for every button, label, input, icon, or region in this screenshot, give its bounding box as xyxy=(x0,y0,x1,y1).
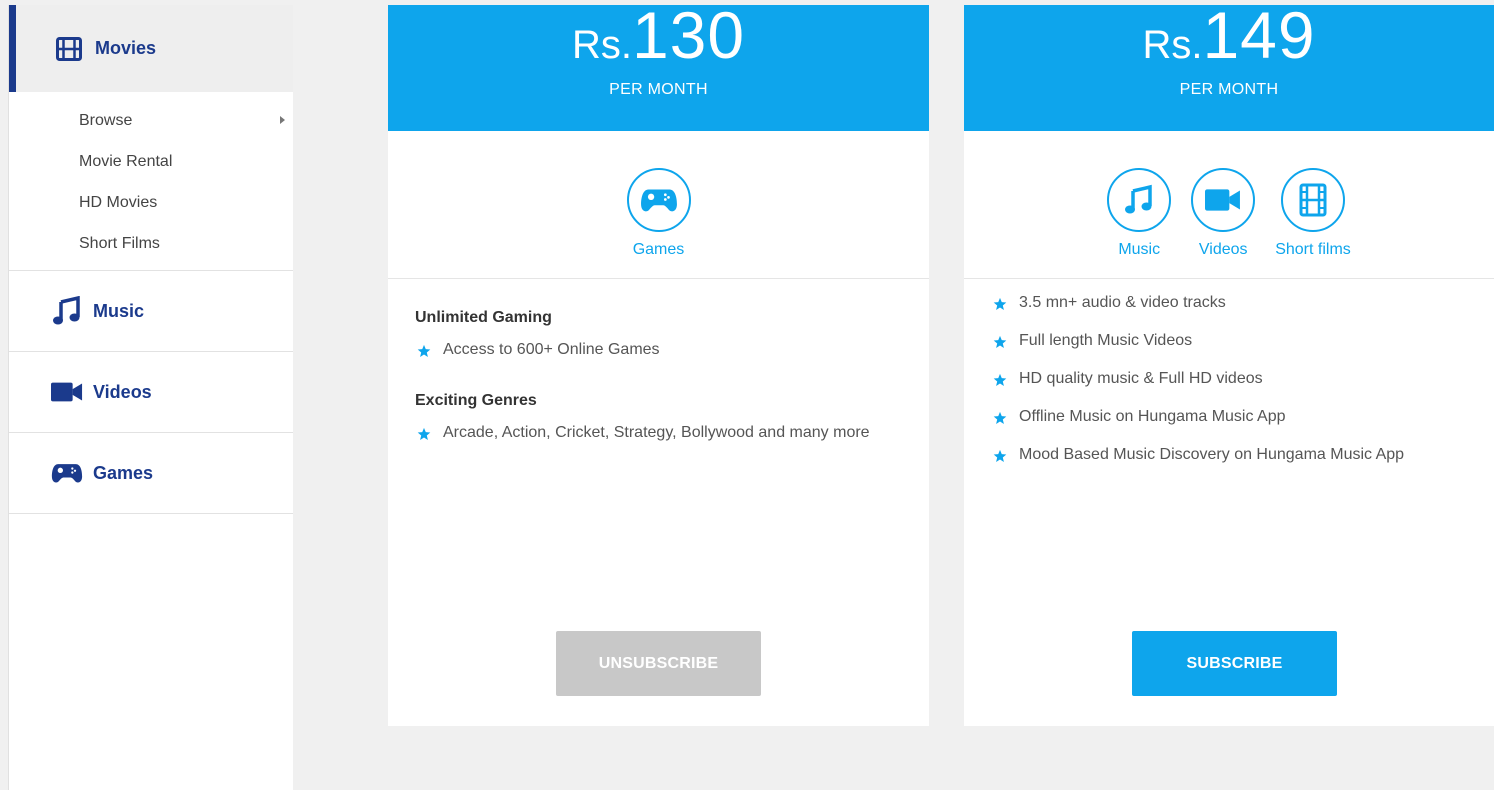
price-amount: 149 xyxy=(1202,0,1316,72)
feature-item: HD quality music & Full HD videos xyxy=(991,365,1494,393)
price: Rs.149 xyxy=(964,0,1494,73)
price-header: Rs.149 PER MONTH xyxy=(964,0,1494,131)
submenu-item-label: Browse xyxy=(79,112,133,129)
unsubscribe-button[interactable]: UNSUBSCRIBE xyxy=(556,631,761,696)
feature-item: Offline Music on Hungama Music App xyxy=(991,403,1494,431)
services-row: Games xyxy=(388,131,929,279)
services-row: Music Videos Short films xyxy=(964,131,1494,279)
submenu-item-label: Short Films xyxy=(79,235,160,252)
submenu-item-browse[interactable]: Browse xyxy=(9,100,293,141)
service-music: Music xyxy=(1107,168,1172,259)
sidebar-item-games[interactable]: Games xyxy=(9,433,293,514)
service-label: Games xyxy=(632,241,685,258)
music-note-icon xyxy=(51,296,83,325)
gamepad-icon xyxy=(51,459,83,487)
feature-item: Access to 600+ Online Games xyxy=(415,336,929,364)
features-list: 3.5 mn+ audio & video tracks Full length… xyxy=(964,279,1494,469)
sidebar-item-movies[interactable]: Movies xyxy=(9,5,293,92)
feature-text: 3.5 mn+ audio & video tracks xyxy=(1019,294,1226,311)
service-games: Games xyxy=(626,168,691,259)
sidebar-item-label: Games xyxy=(93,462,154,483)
submenu-item-short-films[interactable]: Short Films xyxy=(9,223,293,264)
star-icon xyxy=(993,335,1007,348)
feature-heading: Exciting Genres xyxy=(415,392,537,409)
subscribe-button[interactable]: SUBSCRIBE xyxy=(1132,631,1337,696)
video-camera-icon xyxy=(51,378,83,406)
sidebar-item-videos[interactable]: Videos xyxy=(9,352,293,433)
feature-text: Mood Based Music Discovery on Hungama Mu… xyxy=(1019,446,1405,463)
service-label: Music xyxy=(1118,241,1161,258)
star-icon xyxy=(993,411,1007,424)
sidebar-item-label: Videos xyxy=(93,381,152,402)
feature-item: Mood Based Music Discovery on Hungama Mu… xyxy=(991,441,1494,469)
price-currency: Rs. xyxy=(571,23,632,67)
price-period: PER MONTH xyxy=(1179,81,1279,98)
sidebar: Movies Browse Movie Rental HD Movies Sho… xyxy=(8,5,293,790)
submenu-item-label: HD Movies xyxy=(79,194,158,211)
submenu-item-movie-rental[interactable]: Movie Rental xyxy=(9,141,293,182)
submenu-item-hd-movies[interactable]: HD Movies xyxy=(9,182,293,223)
feature-text: HD quality music & Full HD videos xyxy=(1019,370,1263,387)
service-label: Videos xyxy=(1198,241,1248,258)
service-short-films: Short films xyxy=(1275,168,1351,259)
feature-text: Offline Music on Hungama Music App xyxy=(1019,408,1286,425)
active-indicator xyxy=(9,5,16,92)
features-list: Unlimited Gaming Access to 600+ Online G… xyxy=(388,279,929,447)
movies-submenu: Browse Movie Rental HD Movies Short Film… xyxy=(9,92,293,271)
plan-card-media: Rs.149 PER MONTH Music Videos Short film… xyxy=(964,0,1494,726)
price-period: PER MONTH xyxy=(609,81,708,98)
star-icon xyxy=(417,344,431,357)
star-icon xyxy=(993,449,1007,462)
sidebar-item-music[interactable]: Music xyxy=(9,271,293,352)
star-icon xyxy=(993,297,1007,310)
music-note-icon xyxy=(1107,168,1172,232)
feature-text: Access to 600+ Online Games xyxy=(443,341,660,358)
submenu-item-label: Movie Rental xyxy=(79,153,173,170)
film-icon xyxy=(53,35,85,63)
feature-item: Full length Music Videos xyxy=(991,327,1494,355)
price: Rs.130 xyxy=(388,0,929,73)
star-icon xyxy=(417,427,431,440)
sidebar-item-label: Music xyxy=(93,300,145,321)
plan-card-games: Rs.130 PER MONTH Games Unlimited Gaming … xyxy=(388,0,929,726)
feature-heading: Unlimited Gaming xyxy=(415,309,552,326)
sidebar-item-label: Movies xyxy=(95,38,157,58)
film-icon xyxy=(1280,168,1345,232)
feature-item: 3.5 mn+ audio & video tracks xyxy=(991,289,1494,317)
price-amount: 130 xyxy=(631,0,746,72)
feature-item: Arcade, Action, Cricket, Strategy, Bolly… xyxy=(415,419,929,447)
feature-text: Full length Music Videos xyxy=(1019,332,1193,349)
price-currency: Rs. xyxy=(1142,23,1203,67)
feature-text: Arcade, Action, Cricket, Strategy, Bolly… xyxy=(443,424,870,441)
service-label: Short films xyxy=(1275,241,1351,258)
star-icon xyxy=(993,373,1007,386)
price-header: Rs.130 PER MONTH xyxy=(388,0,929,131)
service-videos: Videos xyxy=(1191,168,1256,259)
chevron-right-icon xyxy=(280,116,285,124)
gamepad-icon xyxy=(626,168,691,232)
video-camera-icon xyxy=(1191,168,1256,232)
